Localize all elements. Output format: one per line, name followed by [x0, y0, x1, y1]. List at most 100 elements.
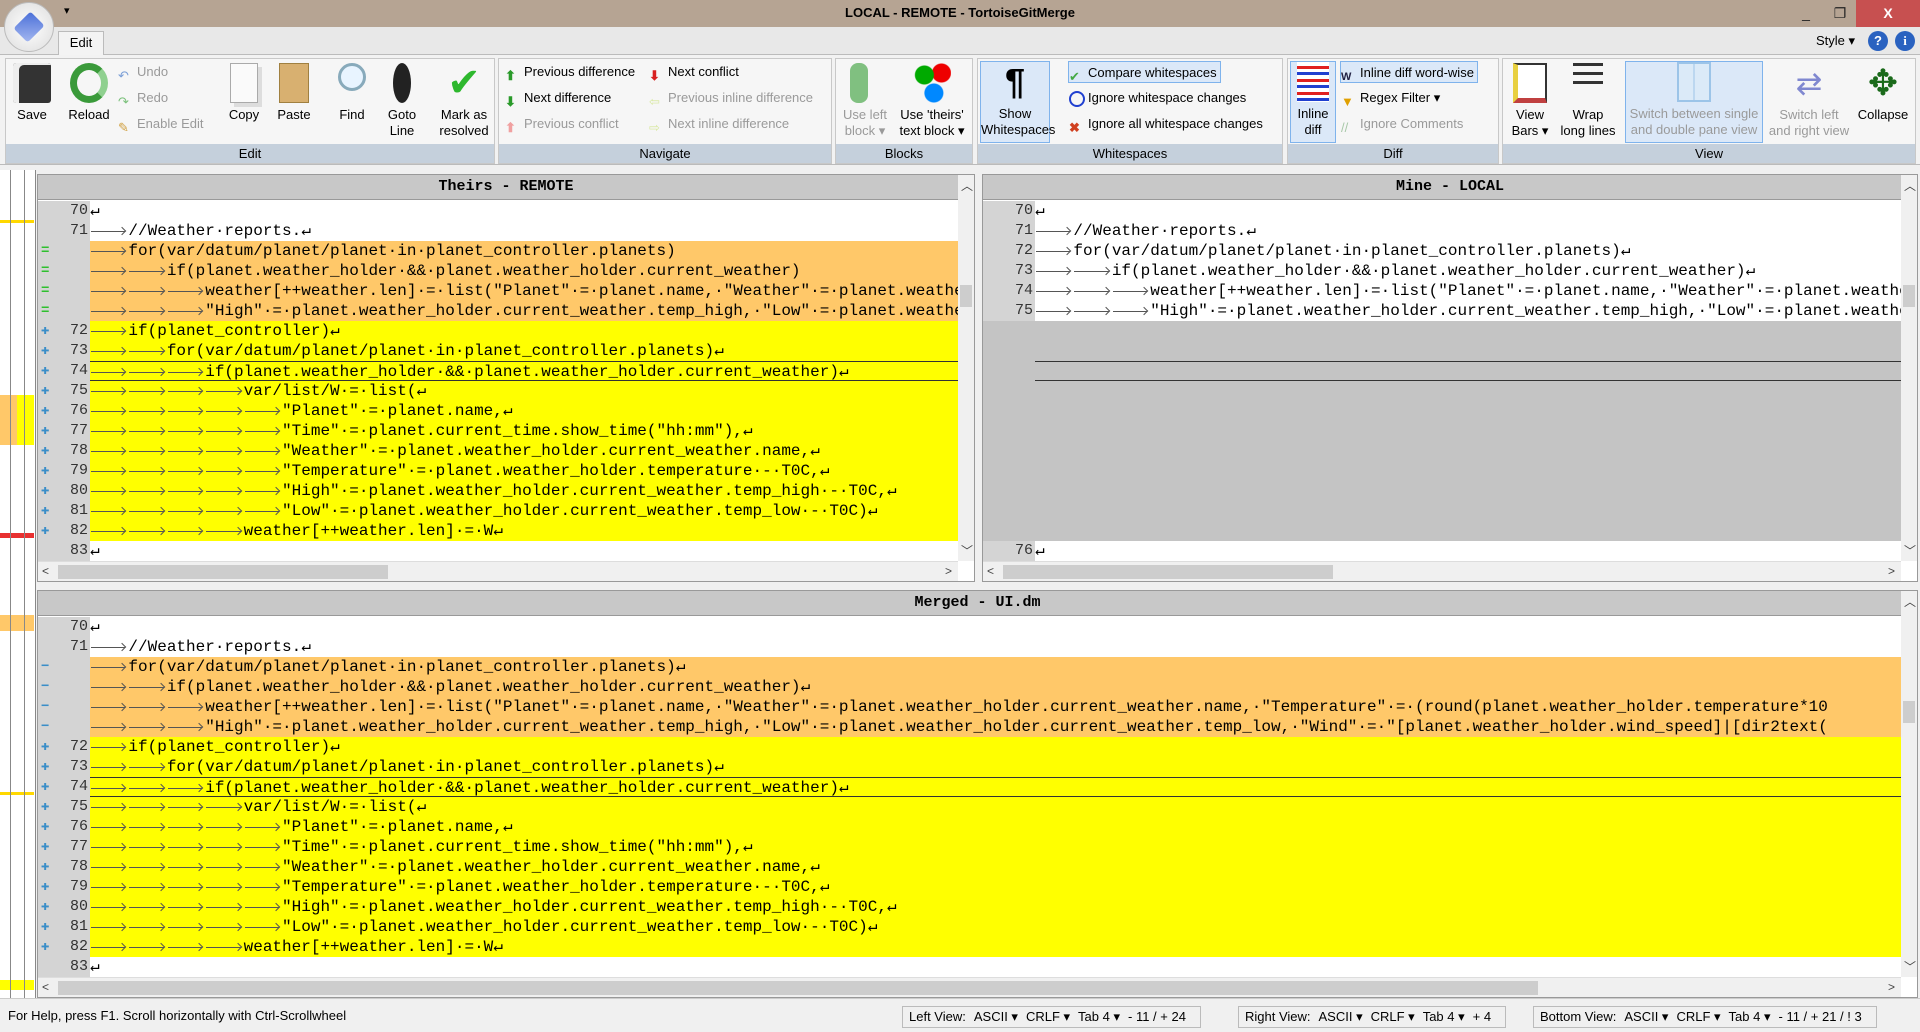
code-line[interactable]: ✚ 77 "Time"·=·planet.current_time.show_tim… [38, 837, 1901, 857]
code-line[interactable]: 72 for(var/datum/planet/planet·in·planet_… [983, 241, 1901, 261]
previous-difference-button[interactable]: ⬆ Previous difference [505, 61, 635, 83]
horizontal-scrollbar[interactable]: < > [38, 977, 1901, 997]
vertical-scrollbar[interactable]: ︿ ﹀ [1901, 175, 1917, 561]
use-left-block-button[interactable]: Use left block ▾ [840, 63, 890, 139]
horizontal-scrollbar[interactable]: < > [38, 561, 958, 581]
code-line[interactable]: ✚ 76 "Planet"·=·planet.name,↵ [38, 817, 1901, 837]
code-line[interactable]: ✚ 82 weather[++weather.len]·=·W↵ [38, 521, 958, 541]
code-line[interactable]: ✚ 74 if(planet.weather_holder·&&·planet.we… [38, 777, 1901, 797]
left-tab-dropdown[interactable]: Tab 4 ▾ [1078, 1009, 1120, 1024]
code-line[interactable]: 71//Weather·reports.↵ [38, 637, 1901, 657]
bottom-encoding-dropdown[interactable]: ASCII ▾ [1624, 1009, 1668, 1024]
code-line[interactable] [983, 421, 1901, 441]
maximize-button[interactable]: ❐ [1820, 0, 1860, 27]
collapse-button[interactable]: ✥ Collapse [1853, 63, 1913, 123]
code-line[interactable]: ✚ 80 "High"·=·planet.weather_holder.curren… [38, 481, 958, 501]
code-line[interactable]: = for(var/datum/planet/planet·in·planet_c… [38, 241, 958, 261]
code-line[interactable]: 70 ↵ [983, 201, 1901, 221]
help-icon[interactable]: ? [1868, 31, 1888, 51]
code-line[interactable] [983, 381, 1901, 401]
mark-resolved-button[interactable]: ✔ Mark as resolved [436, 63, 492, 139]
switch-left-right-button[interactable]: ⇄ Switch left and right view [1767, 63, 1851, 139]
reload-button[interactable]: Reload [64, 63, 114, 123]
code-line[interactable]: ✚ 74 if(planet.weather_holder·&&·planet.we… [38, 361, 958, 381]
code-line[interactable]: ✚ 72 if(planet_controller)↵ [38, 737, 1901, 757]
bottom-eol-dropdown[interactable]: CRLF ▾ [1676, 1009, 1720, 1024]
code-line[interactable]: 70 ↵ [38, 617, 1901, 637]
code-line[interactable]: = if(planet.weather_holder·&&·planet.weat… [38, 261, 958, 281]
code-line[interactable] [983, 341, 1901, 361]
code-line[interactable] [983, 361, 1901, 381]
ignore-comments-option[interactable]: //Ignore Comments [1341, 113, 1463, 135]
code-line[interactable]: ✚ 80 "High"·=·planet.weather_holder.curren… [38, 897, 1901, 917]
code-line[interactable]: ✚ 81 "Low"·=·planet.weather_holder.current… [38, 501, 958, 521]
code-line[interactable] [983, 481, 1901, 501]
code-line[interactable] [983, 441, 1901, 461]
code-line[interactable]: 71//Weather·reports.↵ [38, 221, 958, 241]
use-theirs-block-button[interactable]: Use 'theirs' text block ▾ [892, 63, 972, 139]
find-button[interactable]: Find [332, 63, 372, 123]
goto-line-button[interactable]: Goto Line [380, 63, 424, 139]
next-conflict-button[interactable]: ⬇ Next conflict [649, 61, 739, 83]
code-line[interactable]: 83 ↵ [38, 541, 958, 561]
previous-conflict-button[interactable]: ⬆ Previous conflict [505, 113, 619, 135]
code-line[interactable]: ✚ 78 "Weather"·=·planet.weather_holder.cur… [38, 441, 958, 461]
undo-button[interactable]: ↶ Undo [118, 61, 168, 83]
tab-edit[interactable]: Edit [58, 31, 104, 55]
wrap-lines-button[interactable]: Wrap long lines [1557, 63, 1619, 139]
location-bar[interactable] [0, 170, 36, 998]
code-line[interactable]: − "High"·=·planet.weather_holder.current_… [38, 717, 1901, 737]
code-line[interactable]: = "High"·=·planet.weather_holder.current_… [38, 301, 958, 321]
copy-button[interactable]: Copy [224, 63, 264, 123]
close-button[interactable]: X [1856, 0, 1920, 27]
app-menu-button[interactable] [4, 2, 54, 52]
horizontal-scrollbar[interactable]: < > [983, 561, 1901, 581]
left-eol-dropdown[interactable]: CRLF ▾ [1026, 1009, 1070, 1024]
code-line[interactable]: − weather[++weather.len]·=·list("Planet"·… [38, 697, 1901, 717]
code-line[interactable]: 75 "High"·=·planet.weather_holder.current… [983, 301, 1901, 321]
inline-diff-button[interactable]: Inline diff [1290, 61, 1336, 143]
code-line[interactable]: 76 ↵ [983, 541, 1901, 561]
vertical-scrollbar[interactable]: ︿ ﹀ [1901, 591, 1917, 977]
code-line[interactable]: ✚ 78 "Weather"·=·planet.weather_holder.cur… [38, 857, 1901, 877]
code-line[interactable]: − if(planet.weather_holder·&&·planet.weat… [38, 677, 1901, 697]
code-line[interactable] [983, 321, 1901, 341]
regex-filter-dropdown[interactable]: ▼ Regex Filter ▾ [1341, 87, 1440, 109]
previous-inline-difference-button[interactable]: ⇦ Previous inline difference [649, 87, 813, 109]
info-icon[interactable]: i [1895, 31, 1915, 51]
left-encoding-dropdown[interactable]: ASCII ▾ [974, 1009, 1018, 1024]
mine-pane[interactable]: Mine - LOCAL 70 ↵ 71//Weather·reports.↵ 72 f… [982, 174, 1918, 582]
inline-diff-word-wise-option[interactable]: W Inline diff word-wise [1340, 61, 1478, 83]
code-line[interactable]: 73 if(planet.weather_holder·&&·planet.wea… [983, 261, 1901, 281]
code-line[interactable]: ✚ 77 "Time"·=·planet.current_time.show_tim… [38, 421, 958, 441]
code-line[interactable]: 74 weather[++weather.len]·=·list("Planet"… [983, 281, 1901, 301]
code-line[interactable] [983, 501, 1901, 521]
ignore-all-whitespace-option[interactable]: ✖ Ignore all whitespace changes [1069, 113, 1263, 135]
paste-button[interactable]: Paste [272, 63, 316, 123]
code-line[interactable]: ✚ 72 if(planet_controller)↵ [38, 321, 958, 341]
right-tab-dropdown[interactable]: Tab 4 ▾ [1423, 1009, 1465, 1024]
bottom-tab-dropdown[interactable]: Tab 4 ▾ [1729, 1009, 1771, 1024]
code-line[interactable]: = weather[++weather.len]·=·list("Planet"·… [38, 281, 958, 301]
right-eol-dropdown[interactable]: CRLF ▾ [1371, 1009, 1415, 1024]
code-line[interactable]: 71//Weather·reports.↵ [983, 221, 1901, 241]
code-line[interactable]: ✚ 73 for(var/datum/planet/planet·in·planet… [38, 341, 958, 361]
code-line[interactable]: − for(var/datum/planet/planet·in·planet_c… [38, 657, 1901, 677]
next-inline-difference-button[interactable]: ⇨ Next inline difference [649, 113, 789, 135]
next-difference-button[interactable]: ⬇ Next difference [505, 87, 611, 109]
view-bars-button[interactable]: View Bars ▾ [1507, 63, 1553, 139]
enable-edit-button[interactable]: ✎ Enable Edit [118, 113, 204, 135]
merged-pane[interactable]: Merged - UI.dm 70 ↵ 71//Weather·reports.↵ −… [37, 590, 1918, 998]
vertical-scrollbar[interactable]: ︿ ﹀ [958, 175, 974, 561]
code-line[interactable]: ✚ 82 weather[++weather.len]·=·W↵ [38, 937, 1901, 957]
theirs-pane[interactable]: Theirs - REMOTE 70 ↵ 71//Weather·reports.↵… [37, 174, 975, 582]
code-line[interactable]: ✚ 75 var/list/W·=·list(↵ [38, 381, 958, 401]
code-line[interactable]: ✚ 76 "Planet"·=·planet.name,↵ [38, 401, 958, 421]
ignore-whitespace-changes-option[interactable]: Ignore whitespace changes [1069, 87, 1246, 109]
show-whitespaces-button[interactable]: ¶ Show Whitespaces [980, 61, 1055, 143]
code-line[interactable] [983, 401, 1901, 421]
save-button[interactable]: Save [10, 63, 54, 123]
code-line[interactable]: ✚ 79 "Temperature"·=·planet.weather_holder… [38, 461, 958, 481]
code-line[interactable] [983, 521, 1901, 541]
compare-whitespaces-option[interactable]: ✔ Compare whitespaces [1068, 61, 1221, 84]
